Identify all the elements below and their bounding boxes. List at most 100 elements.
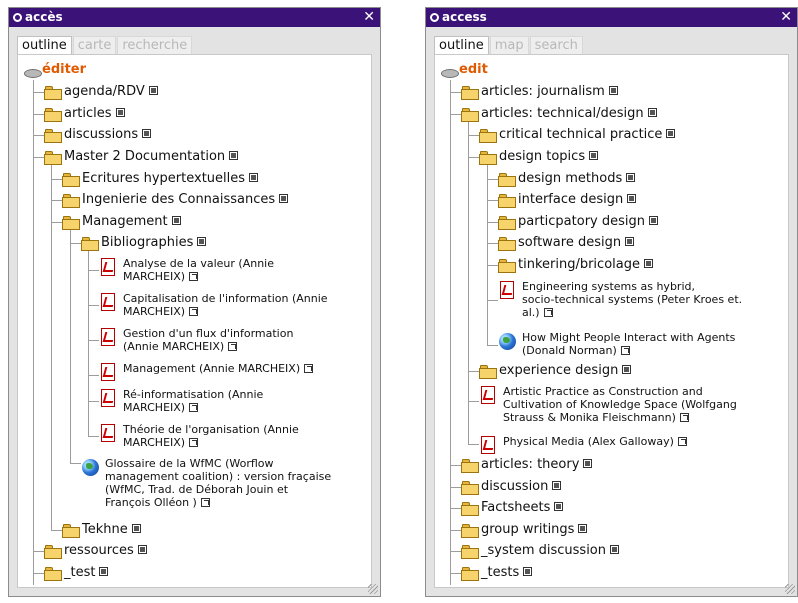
expand-box-icon[interactable] xyxy=(131,524,141,533)
expand-box-icon[interactable] xyxy=(99,567,109,576)
expand-box-icon[interactable] xyxy=(197,237,207,246)
circle-icon xyxy=(13,13,22,22)
globe-icon xyxy=(82,459,99,476)
document-row[interactable]: Gestion d'un flux d'information (Annie M… xyxy=(99,327,371,357)
external-link-icon[interactable] xyxy=(679,413,689,422)
item-label: design methods xyxy=(518,171,636,186)
tab-outline[interactable]: outline xyxy=(17,36,72,55)
document-row[interactable]: Engineering systems as hybrid, socio-tec… xyxy=(498,280,788,324)
panel-titlebar[interactable]: access ✕ xyxy=(426,8,797,27)
document-row[interactable]: Management (Annie MARCHEIX) xyxy=(99,362,371,384)
document-row[interactable]: Artistic Practice as Construction and Cu… xyxy=(479,385,788,429)
folder-icon xyxy=(461,481,479,495)
link-row[interactable]: How Might People Interact with Agents (D… xyxy=(498,331,788,361)
circle-icon xyxy=(430,13,439,22)
folder-open-icon xyxy=(44,151,62,165)
drive-icon xyxy=(441,69,459,78)
expand-box-icon[interactable] xyxy=(649,216,658,225)
expand-box-icon[interactable] xyxy=(666,129,676,138)
expand-box-icon[interactable] xyxy=(583,459,593,468)
item-label: Engineering systems as hybrid, socio-tec… xyxy=(522,280,743,319)
pdf-icon xyxy=(101,389,115,407)
external-link-icon[interactable] xyxy=(304,364,314,373)
expand-box-icon[interactable] xyxy=(625,237,635,246)
folder-open-icon xyxy=(62,216,80,230)
item-label: Tekhne xyxy=(82,522,141,537)
folder-icon xyxy=(62,524,80,538)
expand-box-icon[interactable] xyxy=(148,86,158,95)
expand-box-icon[interactable] xyxy=(643,259,653,268)
document-row[interactable]: Théorie de l'organisation (Annie MARCHEI… xyxy=(99,423,371,453)
folder-icon xyxy=(44,108,62,122)
expand-box-icon[interactable] xyxy=(249,173,259,182)
tab-outline[interactable]: outline xyxy=(434,36,489,55)
expand-box-icon[interactable] xyxy=(137,545,147,554)
external-link-icon[interactable] xyxy=(189,272,199,281)
expand-box-icon[interactable] xyxy=(229,151,239,160)
pdf-icon xyxy=(101,328,115,346)
external-link-icon[interactable] xyxy=(189,403,199,412)
expand-box-icon[interactable] xyxy=(627,194,637,203)
expand-box-icon[interactable] xyxy=(279,194,289,203)
expand-box-icon[interactable] xyxy=(647,108,657,117)
document-row[interactable]: Physical Media (Alex Galloway) xyxy=(479,435,788,457)
outline-panel-left: accès ✕ outline carte recherche éditer a… xyxy=(8,7,381,597)
expand-box-icon[interactable] xyxy=(115,108,125,117)
pdf-icon xyxy=(101,258,115,276)
external-link-icon[interactable] xyxy=(189,307,199,316)
pdf-icon xyxy=(101,293,115,311)
item-label: How Might People Interact with Agents (D… xyxy=(522,331,736,357)
expand-box-icon[interactable] xyxy=(610,545,620,554)
panel-title: accès xyxy=(25,10,63,24)
tab-recherche[interactable]: recherche xyxy=(117,36,193,55)
folder-icon xyxy=(44,567,62,581)
expand-box-icon[interactable] xyxy=(608,86,618,95)
external-link-icon[interactable] xyxy=(228,342,238,351)
expand-box-icon[interactable] xyxy=(589,151,599,160)
folder-icon xyxy=(44,545,62,559)
link-row[interactable]: Glossaire de la WfMC (Worflow management… xyxy=(81,457,371,513)
external-link-icon[interactable] xyxy=(200,498,210,507)
close-icon[interactable]: ✕ xyxy=(363,8,375,27)
item-label: Ingenierie des Connaissances xyxy=(82,192,289,207)
item-label: Théorie de l'organisation (Annie MARCHEI… xyxy=(123,423,299,449)
tab-carte[interactable]: carte xyxy=(72,36,117,55)
document-row[interactable]: Analyse de la valeur (Annie MARCHEIX) xyxy=(99,257,371,287)
expand-box-icon[interactable] xyxy=(554,502,564,511)
item-label: Management (Annie MARCHEIX) xyxy=(123,362,314,375)
folder-icon xyxy=(461,86,479,100)
resize-grip-icon[interactable] xyxy=(368,584,378,594)
item-label: Artistic Practice as Construction and Cu… xyxy=(503,385,737,424)
expand-box-icon[interactable] xyxy=(578,524,588,533)
expand-box-icon[interactable] xyxy=(552,481,562,490)
item-label: Ré-informatisation (Annie MARCHEIX) xyxy=(123,388,264,414)
panel-title: access xyxy=(442,10,487,24)
document-row[interactable]: Ré-informatisation (Annie MARCHEIX) xyxy=(99,388,371,418)
item-label: Glossaire de la WfMC (Worflow management… xyxy=(105,457,332,509)
expand-box-icon[interactable] xyxy=(523,567,533,576)
expand-box-icon[interactable] xyxy=(142,129,152,138)
item-label: _system discussion xyxy=(481,543,620,558)
item-label: Gestion d'un flux d'information (Annie M… xyxy=(123,327,294,353)
tab-search[interactable]: search xyxy=(529,36,583,55)
expand-box-icon[interactable] xyxy=(171,216,181,225)
external-link-icon[interactable] xyxy=(543,308,553,317)
folder-icon xyxy=(461,567,479,581)
folder-icon xyxy=(461,459,479,473)
item-label: agenda/RDV xyxy=(64,84,158,99)
expand-box-icon[interactable] xyxy=(626,173,636,182)
expand-box-icon[interactable] xyxy=(622,365,632,374)
item-label: _test xyxy=(64,565,109,580)
external-link-icon[interactable] xyxy=(189,438,199,447)
item-label: group writings xyxy=(481,522,588,537)
folder-icon xyxy=(479,129,497,143)
panel-titlebar[interactable]: accès ✕ xyxy=(9,8,380,27)
external-link-icon[interactable] xyxy=(677,437,687,446)
external-link-icon[interactable] xyxy=(620,346,630,355)
pdf-icon xyxy=(500,281,514,299)
item-label: critical technical practice xyxy=(499,127,676,142)
tab-map[interactable]: map xyxy=(489,36,529,55)
close-icon[interactable]: ✕ xyxy=(780,8,792,27)
document-row[interactable]: Capitalisation de l'information (Annie M… xyxy=(99,292,371,322)
resize-grip-icon[interactable] xyxy=(785,584,795,594)
